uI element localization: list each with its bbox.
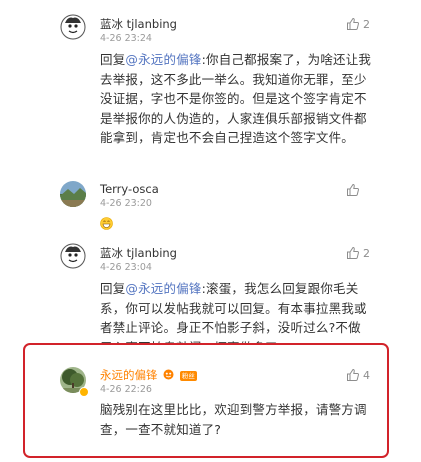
comment-body: 脑残别在这里比比，欢迎到警方举报，请警方调查，一查不就知道了? [100,402,367,437]
comment-item: Terry-osca 4-26 23:20 [0,175,421,235]
fan-badge: 粉丝 [179,371,197,381]
reply-prefix: 回复 [100,281,126,296]
timestamp: 4-26 23:24 [100,33,152,44]
comment-list: 蓝冰 tjlanbing 4-26 23:24 2 回复@永远的偏锋:你自己都报… [0,0,421,462]
avatar[interactable] [60,14,86,40]
timestamp: 4-26 22:26 [100,384,152,395]
emoji [100,215,113,234]
comment-item: 蓝冰 tjlanbing 4-26 23:24 2 回复@永远的偏锋:你自己都报… [0,0,421,175]
comment-text: 回复@永远的偏锋:滚蛋，我怎么回复跟你毛关系，你可以发帖我就可以回复。有本事拉黑… [100,279,372,345]
comment-text: 脑残别在这里比比，欢迎到警方举报，请警方调查，一查不就知道了? [100,400,372,439]
timestamp: 4-26 23:04 [100,262,152,273]
reply-prefix: 回复 [100,52,126,67]
like-button[interactable]: 2 [346,245,370,261]
landscape-photo-icon [60,181,86,207]
comment-item: 蓝冰 tjlanbing 4-26 23:04 2 回复@永远的偏锋:滚蛋，我怎… [0,235,421,355]
username[interactable]: Terry-osca [100,182,159,196]
like-button[interactable] [346,182,363,198]
like-button[interactable]: 2 [346,16,370,32]
cartoon-face-icon [60,243,86,269]
thumbs-up-icon [347,368,359,381]
username-text: 永远的偏锋 [100,368,158,382]
verified-badge-icon [79,387,89,397]
mention-link[interactable]: @永远的偏锋 [125,52,201,67]
comment-item: 永远的偏锋 粉丝 4-26 22:26 4 脑残别在这里比比，欢迎到警方举报，请… [0,355,421,462]
like-count: 2 [363,246,370,260]
comment-text: 回复@永远的偏锋:你自己都报案了，为啥还让我去举报，这不多此一举么。我知道你无罪… [100,50,372,148]
mention-link[interactable]: @永远的偏锋 [125,281,201,296]
grin-emoji-icon [100,217,113,230]
avatar[interactable] [60,181,86,207]
username[interactable]: 蓝冰 tjlanbing [100,246,177,260]
like-button[interactable]: 4 [346,367,370,383]
like-count: 2 [363,17,370,31]
like-count: 4 [363,368,370,382]
username[interactable]: 永远的偏锋 粉丝 [100,368,197,382]
thumbs-up-icon [347,183,359,196]
vip-icon [163,369,174,380]
username[interactable]: 蓝冰 tjlanbing [100,17,177,31]
thumbs-up-icon [347,17,359,30]
cartoon-face-icon [60,14,86,40]
thumbs-up-icon [347,246,359,259]
timestamp: 4-26 23:20 [100,198,152,209]
avatar[interactable] [60,243,86,269]
